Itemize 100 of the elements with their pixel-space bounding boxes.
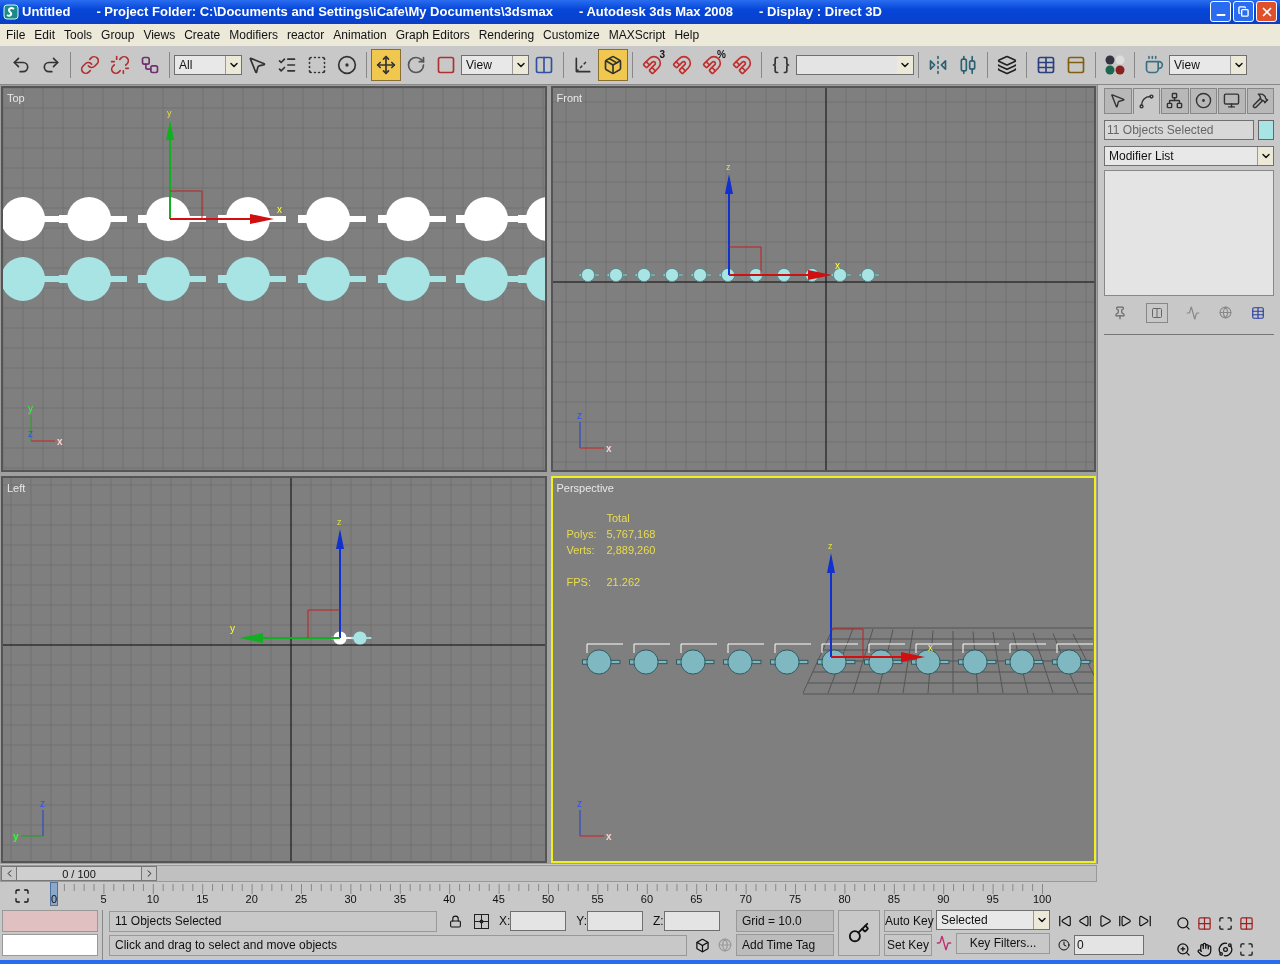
listener-field[interactable] [2, 934, 98, 957]
frame-number: 35 [393, 894, 407, 906]
frame-number: 15 [196, 894, 209, 906]
teapots-drawing[interactable] [3, 196, 545, 241]
toolbar-button[interactable]: 3 [637, 48, 667, 81]
minimize-button[interactable] [1210, 1, 1231, 23]
menu-item[interactable]: Help [670, 25, 704, 44]
configure-sets-icon[interactable] [1250, 305, 1265, 320]
lock-icon[interactable] [449, 914, 462, 928]
play-icon[interactable] [1098, 914, 1112, 929]
key-filters-button[interactable]: Key Filters... [956, 932, 1050, 954]
coordinate-label: X: [499, 913, 511, 931]
zoom-extents-all-icon[interactable] [1239, 915, 1254, 931]
menu-item[interactable]: Group [97, 25, 139, 44]
viewport[interactable]: Left z y z y [1, 476, 547, 864]
toolbar-button[interactable]: % [697, 48, 727, 81]
frame-number: 90 [937, 894, 950, 906]
coordinate-field[interactable] [510, 911, 567, 932]
set-key-button[interactable]: Set Key [884, 934, 932, 957]
key-mode-icon[interactable] [1058, 939, 1070, 952]
menu-item[interactable]: File [2, 25, 30, 44]
coordinate-field[interactable] [663, 911, 720, 932]
command-panel-tab[interactable] [1189, 87, 1217, 114]
transform-mode-icon[interactable] [474, 913, 489, 929]
axis-label: z [827, 541, 832, 552]
menu-item[interactable]: Tools [60, 25, 97, 44]
redo-icon [41, 54, 61, 75]
frame-marker[interactable] [50, 882, 58, 907]
menu-item[interactable]: Edit [30, 25, 60, 44]
hierarchy-icon [1166, 92, 1184, 110]
coordinate-field[interactable] [587, 911, 644, 932]
stats-label: Verts: [566, 543, 596, 559]
viewport[interactable]: Perspective Total Polys: 5,767,168 Verts: 2,889,260 FPS: 21.262 z x z x [550, 476, 1096, 864]
stats-heading: Total [606, 511, 631, 527]
stack-result-icon[interactable] [1145, 302, 1168, 323]
menu-item[interactable]: reactor [282, 25, 329, 44]
modifier-list-dropdown[interactable]: Modifier List [1104, 145, 1274, 166]
coordinate-label: Z: [653, 913, 664, 931]
zoom-all-icon[interactable] [1197, 915, 1212, 931]
close-button[interactable] [1256, 1, 1277, 23]
command-panel-tab[interactable] [1218, 87, 1246, 114]
track-bar[interactable]: 0 5 10 15 20 25 30 35 40 45 50 55 60 65 70 75 80 85 90 95 100 [44, 882, 1094, 911]
move-icon [376, 54, 396, 75]
pan-icon[interactable] [1197, 942, 1212, 958]
viewport[interactable]: Front z x z x [550, 85, 1096, 473]
viewport[interactable]: Top y x y z x [1, 85, 547, 473]
pin-icon[interactable] [1113, 305, 1128, 320]
next-frame-icon[interactable] [1118, 914, 1132, 929]
cube-icon[interactable] [695, 937, 711, 953]
toolbar-button[interactable] [598, 48, 628, 81]
restore-button[interactable] [1233, 1, 1254, 23]
modifier-stack-list[interactable] [1104, 169, 1274, 296]
field-of-view-icon[interactable] [1176, 942, 1191, 958]
named-selection-dropdown[interactable] [796, 54, 914, 75]
frame-number: 65 [690, 894, 703, 906]
pivot-icon [534, 54, 554, 75]
selection-filter-dropdown[interactable]: All [174, 54, 242, 75]
go-to-end-icon[interactable] [1138, 914, 1152, 929]
key-mode-dropdown[interactable]: Selected [936, 910, 1050, 931]
maximize-viewport-icon[interactable] [1239, 942, 1254, 958]
transform-gizmo[interactable] [724, 173, 832, 280]
go-to-start-icon[interactable] [1058, 914, 1072, 929]
transform-gizmo[interactable] [166, 119, 274, 224]
add-time-tag-button[interactable]: Add Time Tag [736, 934, 834, 957]
scale-icon [436, 54, 456, 75]
object-name-field[interactable]: 11 Objects Selected [1104, 119, 1254, 140]
menu-item[interactable]: Rendering [474, 25, 539, 44]
command-panel-tab[interactable] [1161, 87, 1189, 114]
toolbar-button[interactable] [371, 48, 401, 81]
app-logo-icon [3, 4, 19, 20]
object-color-swatch[interactable] [1258, 119, 1274, 140]
transform-gizmo[interactable] [826, 553, 925, 663]
command-panel-tab[interactable] [1132, 87, 1160, 114]
curve-editor-icon[interactable] [14, 888, 30, 905]
set-key-mode-button[interactable] [838, 910, 880, 957]
command-panel-tab[interactable] [1246, 87, 1274, 114]
stats-value: 5,767,168 [606, 527, 656, 543]
command-panel-tab[interactable] [1104, 87, 1132, 114]
menu-item[interactable]: Modifiers [225, 25, 282, 44]
menu-item[interactable]: Animation [329, 25, 391, 44]
teapots-drawing[interactable] [578, 267, 880, 282]
auto-key-button[interactable]: Auto Key [884, 910, 932, 933]
zoom-extents-icon[interactable] [1218, 915, 1233, 931]
frame-number: 45 [492, 894, 505, 906]
listener-field[interactable] [2, 910, 98, 933]
menu-item[interactable]: Views [139, 25, 180, 44]
render-preset-dropdown[interactable]: View [1169, 54, 1247, 75]
window-title: - Project Folder: C:\Documents and Settings\iCafe\My Documents\3dsmax [96, 3, 553, 22]
current-frame-field[interactable]: 0 [1074, 935, 1144, 956]
menu-item[interactable]: Graph Editors [391, 25, 474, 44]
orbit-icon[interactable] [1218, 942, 1233, 958]
previous-frame-icon[interactable] [1078, 914, 1092, 929]
menu-item[interactable]: Create [180, 25, 225, 44]
menu-item[interactable]: MAXScript [604, 25, 670, 44]
zoom-icon[interactable] [1176, 915, 1191, 931]
reference-coordinate-dropdown[interactable]: View [461, 54, 529, 75]
menu-item[interactable]: Customize [539, 25, 604, 44]
curve-icon[interactable] [936, 935, 952, 952]
teapots-drawing[interactable] [331, 631, 372, 646]
mirror-icon [928, 54, 948, 75]
